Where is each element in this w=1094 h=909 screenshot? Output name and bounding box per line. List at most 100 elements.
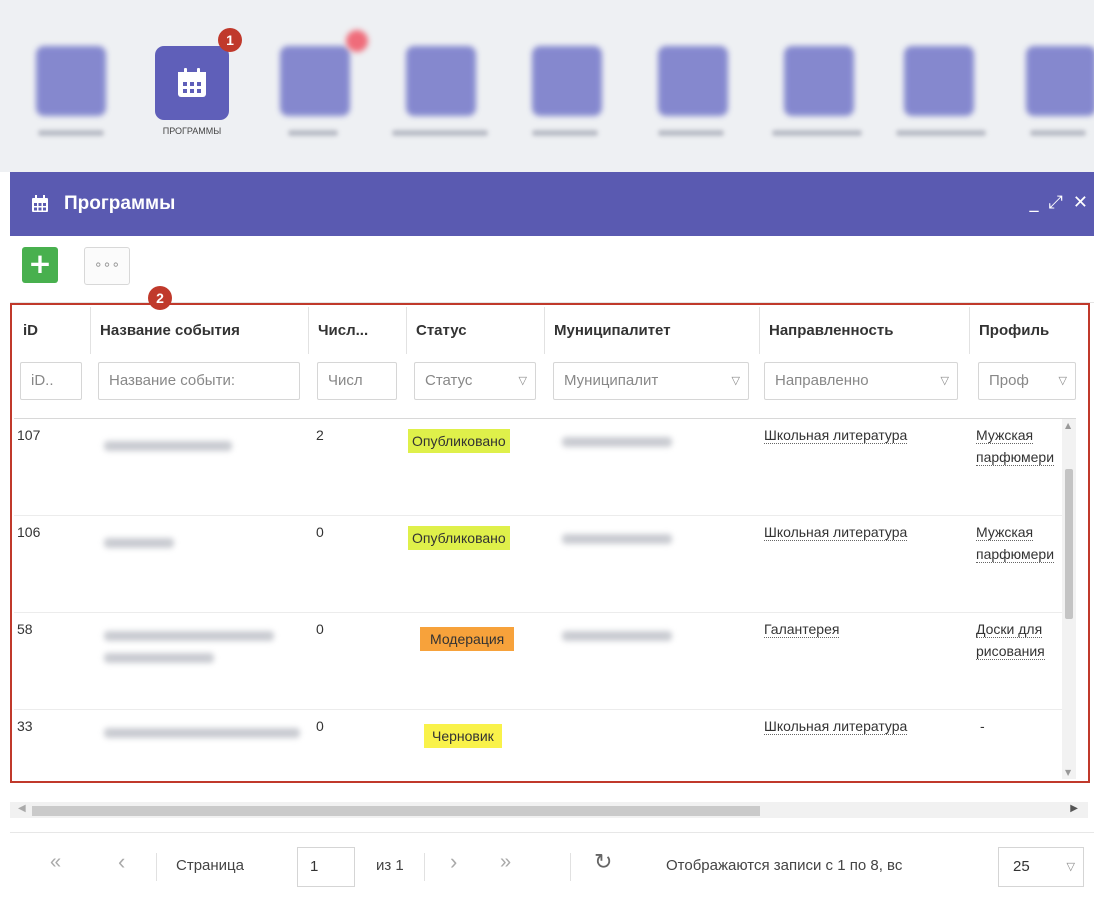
column-header-id[interactable]: iD bbox=[14, 307, 91, 354]
table-row[interactable]: 58 0 Модерация Галантерея Доски для рисо… bbox=[14, 613, 1076, 710]
direction-filter-placeholder: Направленно bbox=[775, 372, 869, 389]
launcher-tile-programs[interactable] bbox=[155, 46, 229, 120]
launcher-tile[interactable] bbox=[280, 46, 350, 116]
window-titlebar[interactable]: Программы _ ⤢ ✕ bbox=[10, 172, 1094, 236]
window-title: Программы bbox=[64, 193, 176, 214]
cell-profile-line1[interactable]: Мужская bbox=[976, 427, 1034, 444]
chevron-down-icon: ▽ bbox=[940, 375, 949, 387]
cell-id: 107 bbox=[17, 427, 41, 443]
launcher-tile[interactable] bbox=[406, 46, 476, 116]
divider bbox=[156, 853, 157, 881]
count-filter-placeholder: Числ bbox=[328, 372, 363, 389]
event-name-filter-placeholder: Название событи: bbox=[109, 372, 235, 389]
launcher-tile-label bbox=[1030, 130, 1086, 136]
first-page-icon[interactable]: « bbox=[50, 851, 61, 874]
vertical-scrollbar[interactable]: ▲ ▼ bbox=[1062, 419, 1076, 779]
cell-profile-line2[interactable]: рисования bbox=[976, 643, 1045, 660]
launcher-tile[interactable] bbox=[1026, 46, 1094, 116]
maximize-icon[interactable]: ⤢ bbox=[1049, 192, 1063, 213]
launcher-tile[interactable] bbox=[36, 46, 106, 116]
cell-direction[interactable]: Школьная литература bbox=[764, 718, 908, 735]
chevron-down-icon: ▽ bbox=[731, 375, 740, 387]
cell-profile-line1[interactable]: Доски для bbox=[976, 621, 1043, 638]
cell-count: 2 bbox=[316, 427, 324, 443]
launcher-tile-label bbox=[772, 130, 862, 136]
cell-event-name-blurred bbox=[104, 728, 300, 738]
prev-page-icon[interactable]: ‹ bbox=[118, 849, 125, 875]
minimize-icon[interactable]: _ bbox=[1030, 192, 1039, 213]
status-filter-select[interactable]: Статус ▽ bbox=[414, 362, 536, 400]
launcher-tile[interactable] bbox=[904, 46, 974, 116]
scroll-up-icon[interactable]: ▲ bbox=[1065, 421, 1071, 430]
launcher-tile-label bbox=[532, 130, 598, 136]
cell-event-name-blurred bbox=[104, 441, 232, 451]
launcher-tile[interactable] bbox=[532, 46, 602, 116]
page-count-label: из 1 bbox=[376, 857, 404, 874]
horizontal-scroll-thumb[interactable] bbox=[32, 806, 760, 816]
calendar-icon bbox=[32, 195, 48, 212]
direction-filter-select[interactable]: Направленно ▽ bbox=[764, 362, 958, 400]
horizontal-scrollbar[interactable]: ◀ ▶ bbox=[10, 802, 1088, 818]
callout-badge-2: 2 bbox=[148, 286, 172, 310]
id-filter-placeholder: iD.. bbox=[31, 372, 54, 389]
cell-direction[interactable]: Галантерея bbox=[764, 621, 840, 638]
cell-municipality-blurred bbox=[562, 534, 672, 544]
municipality-filter-select[interactable]: Муниципалит ▽ bbox=[553, 362, 749, 400]
status-badge: Опубликовано bbox=[408, 526, 510, 550]
close-icon[interactable]: ✕ bbox=[1073, 192, 1088, 213]
page-size-select[interactable]: 25 ▽ bbox=[998, 847, 1084, 887]
notification-badge bbox=[346, 30, 368, 52]
profile-filter-select[interactable]: Проф ▽ bbox=[978, 362, 1076, 400]
cell-municipality-blurred bbox=[562, 631, 672, 641]
cell-profile-line1[interactable]: Мужская bbox=[976, 524, 1034, 541]
toolbar: + ∘∘∘ bbox=[10, 236, 1094, 303]
grid-filter-row: iD.. Название событи: Числ Статус ▽ Муниц… bbox=[14, 354, 1076, 419]
cell-id: 33 bbox=[17, 718, 33, 734]
column-header-direction[interactable]: Направленность bbox=[760, 307, 970, 354]
status-badge: Опубликовано bbox=[408, 429, 510, 453]
column-header-count[interactable]: Числ... bbox=[309, 307, 407, 354]
scroll-down-icon[interactable]: ▼ bbox=[1065, 768, 1071, 777]
column-header-status[interactable]: Статус bbox=[407, 307, 545, 354]
count-filter-input[interactable]: Числ bbox=[317, 362, 397, 400]
column-header-municipality[interactable]: Муниципалитет bbox=[545, 307, 760, 354]
data-grid: iD Название события Числ... Статус Муниц… bbox=[14, 307, 1076, 781]
table-row[interactable]: 106 0 Опубликовано Школьная литература М… bbox=[14, 516, 1076, 613]
callout-badge-1: 1 bbox=[218, 28, 242, 52]
municipality-filter-placeholder: Муниципалит bbox=[564, 372, 659, 389]
vertical-scroll-thumb[interactable] bbox=[1065, 469, 1073, 619]
cell-municipality-blurred bbox=[562, 437, 672, 447]
launcher-tile-label bbox=[392, 130, 488, 136]
add-button[interactable]: + bbox=[22, 247, 58, 283]
launcher-tile-label bbox=[288, 130, 338, 136]
event-name-filter-input[interactable]: Название событи: bbox=[98, 362, 300, 400]
cell-profile-line1: - bbox=[980, 718, 985, 734]
refresh-icon[interactable]: ↻ bbox=[594, 849, 612, 875]
scroll-left-icon[interactable]: ◀ bbox=[18, 803, 26, 814]
id-filter-input[interactable]: iD.. bbox=[20, 362, 82, 400]
table-row[interactable]: 33 0 Черновик Школьная литература - bbox=[14, 710, 1076, 781]
cell-profile-line2[interactable]: парфюмери bbox=[976, 546, 1055, 563]
page-label: Страница bbox=[176, 857, 244, 874]
chevron-down-icon: ▽ bbox=[1066, 861, 1075, 873]
chevron-down-icon: ▽ bbox=[1058, 375, 1067, 387]
page-number-input[interactable]: 1 bbox=[297, 847, 355, 887]
cell-direction[interactable]: Школьная литература bbox=[764, 524, 908, 541]
cell-event-name-blurred bbox=[104, 653, 214, 663]
more-actions-button[interactable]: ∘∘∘ bbox=[84, 247, 130, 285]
cell-direction[interactable]: Школьная литература bbox=[764, 427, 908, 444]
column-header-profile[interactable]: Профиль bbox=[970, 307, 1076, 354]
chevron-down-icon: ▽ bbox=[518, 375, 527, 387]
cell-profile-line2[interactable]: парфюмери bbox=[976, 449, 1055, 466]
cell-id: 58 bbox=[17, 621, 33, 637]
scroll-right-icon[interactable]: ▶ bbox=[1070, 803, 1078, 814]
next-page-icon[interactable]: › bbox=[450, 849, 457, 875]
launcher-tile[interactable] bbox=[784, 46, 854, 116]
launcher-tile-programs-label: ПРОГРАММЫ bbox=[162, 126, 222, 136]
divider bbox=[570, 853, 571, 881]
last-page-icon[interactable]: » bbox=[500, 851, 511, 874]
launcher-tile[interactable] bbox=[658, 46, 728, 116]
column-header-event-name[interactable]: Название события bbox=[91, 307, 309, 354]
data-grid-frame: iD Название события Числ... Статус Муниц… bbox=[10, 303, 1090, 783]
table-row[interactable]: 107 2 Опубликовано Школьная литература М… bbox=[14, 419, 1076, 516]
